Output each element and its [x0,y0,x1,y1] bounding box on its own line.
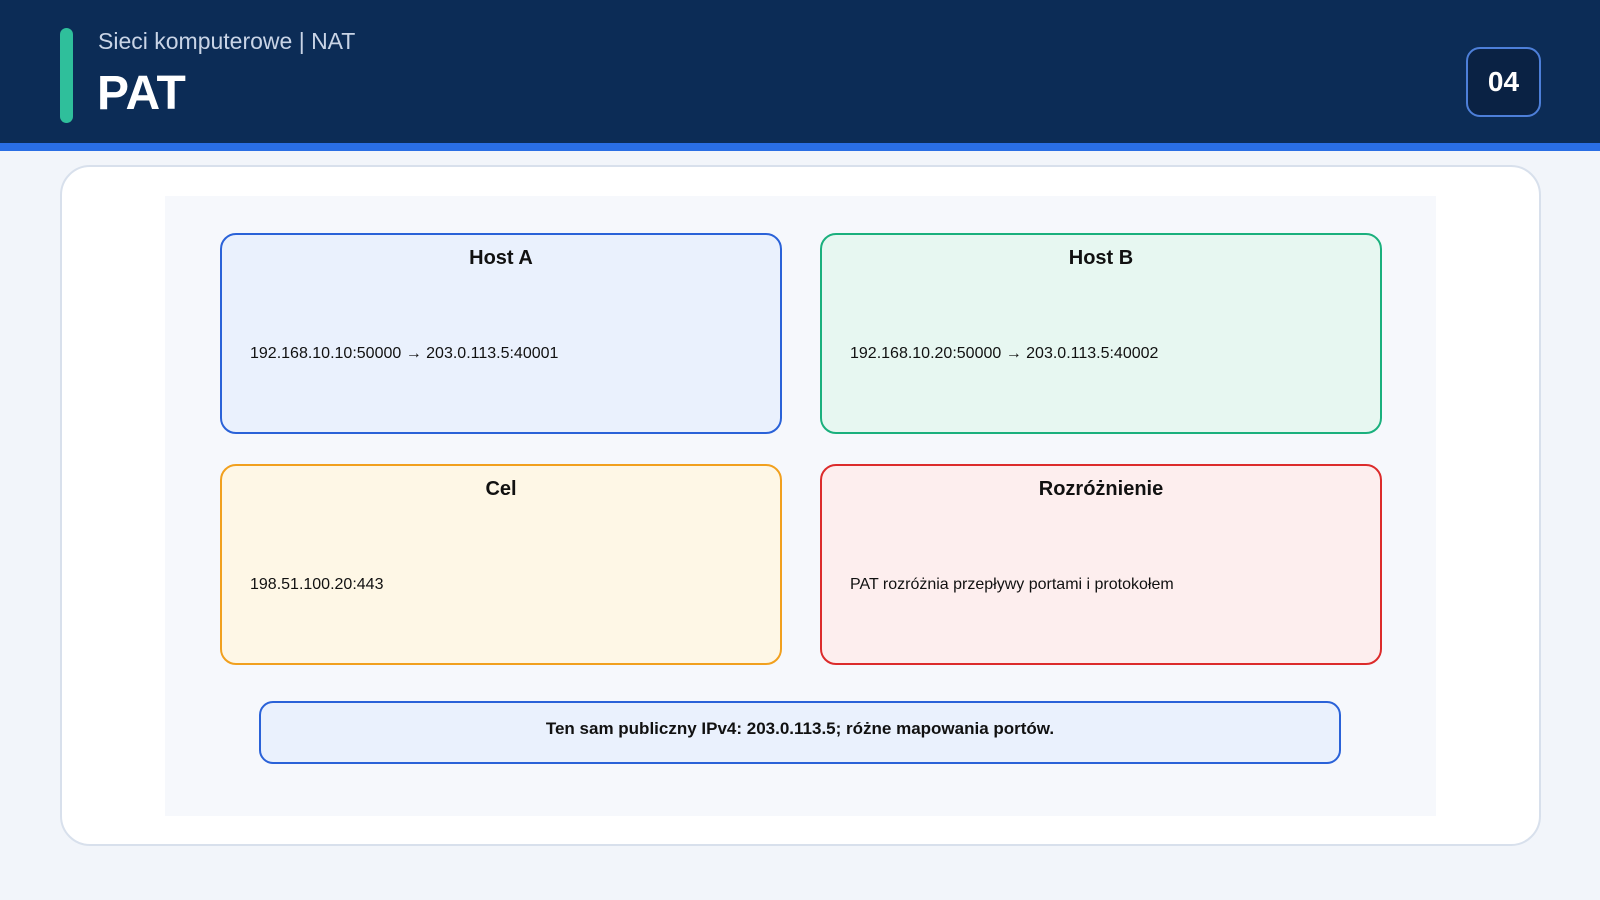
distinction-title: Rozróżnienie [1038,478,1164,500]
host-b-box: Host B 192.168.10.20:50000 → 203.0.113.5… [820,233,1382,434]
host-a-title: Host A [469,247,533,269]
slide-number-badge: 04 [1466,47,1541,117]
distinction-box: Rozróżnienie PAT rozróżnia przepływy por… [820,464,1382,665]
content-card: Host A 192.168.10.10:50000 → 203.0.113.5… [60,165,1541,846]
header-divider [0,143,1600,151]
summary-box: Ten sam publiczny IPv4: 203.0.113.5; róż… [259,701,1341,764]
accent-bar [60,28,73,123]
host-b-title: Host B [1068,247,1134,269]
slide-subtitle: Sieci komputerowe | NAT [98,28,356,54]
slide-title: PAT [97,67,186,120]
distinction-text: PAT rozróżnia przepływy portami i protok… [850,576,1174,593]
host-a-mapping: 192.168.10.10:50000 → 203.0.113.5:40001 [250,345,559,362]
slide-header: Sieci komputerowe | NAT PAT 04 [0,0,1600,143]
diagram-canvas: Host A 192.168.10.10:50000 → 203.0.113.5… [165,196,1436,816]
target-address: 198.51.100.20:443 [250,576,384,593]
host-b-mapping: 192.168.10.20:50000 → 203.0.113.5:40002 [850,345,1159,362]
target-title: Cel [485,478,517,500]
host-a-box: Host A 192.168.10.10:50000 → 203.0.113.5… [220,233,782,434]
target-box: Cel 198.51.100.20:443 [220,464,782,665]
